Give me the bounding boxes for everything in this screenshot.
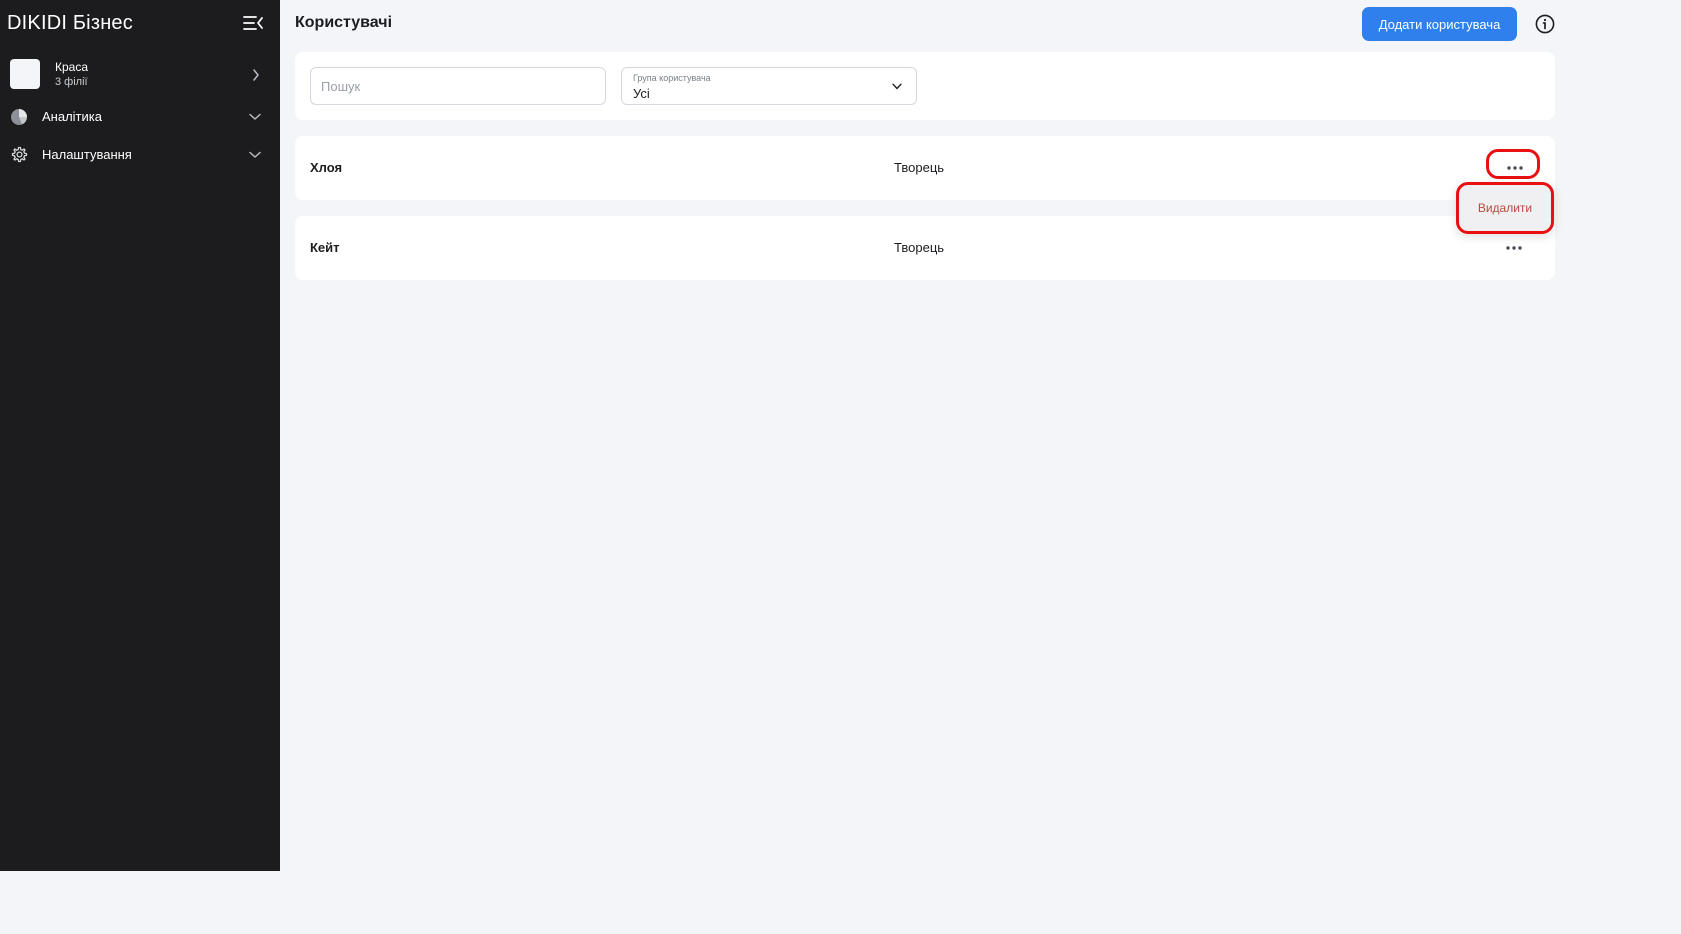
gear-icon [11, 146, 28, 163]
search-input[interactable] [310, 67, 606, 105]
more-dots-icon [1507, 166, 1523, 170]
sidebar: DIKIDI Бізнес Краса 3 філії Аналітика На… [0, 0, 280, 871]
user-group-value: Усі [633, 86, 650, 101]
user-group-label: Група користувача [633, 73, 711, 83]
pie-chart-icon [11, 109, 27, 125]
main-content: Користувачі Додати користувача Група кор… [280, 0, 1568, 871]
user-name: Хлоя [310, 160, 343, 175]
branch-avatar [10, 59, 40, 89]
user-row: Кейт Творець [295, 216, 1555, 280]
user-role: Творець [894, 240, 945, 255]
chevron-down-icon [249, 151, 261, 158]
user-role: Творець [894, 160, 945, 175]
sidebar-item-settings[interactable]: Налаштування [10, 143, 265, 167]
sidebar-item-label: Налаштування [42, 147, 132, 162]
branch-selector[interactable]: Краса 3 філії [10, 59, 268, 91]
user-group-select[interactable]: Група користувача Усі [621, 67, 917, 105]
more-options-button[interactable] [1486, 149, 1540, 179]
chevron-down-icon [892, 83, 902, 90]
user-row: Хлоя Творець [295, 136, 1555, 200]
sidebar-item-analytics[interactable]: Аналітика [10, 105, 265, 129]
more-options-button[interactable] [1488, 232, 1540, 262]
branch-name: Краса [55, 60, 89, 74]
chevron-right-icon [253, 69, 259, 81]
info-icon[interactable] [1535, 14, 1555, 34]
sidebar-item-label: Аналітика [42, 109, 102, 124]
branch-subtitle: 3 філії [55, 76, 88, 88]
page-title: Користувачі [295, 14, 393, 31]
filter-panel: Група користувача Усі [295, 52, 1555, 120]
delete-menu-item[interactable]: Видалити [1456, 182, 1554, 234]
user-name: Кейт [310, 240, 340, 255]
more-dots-icon [1506, 246, 1522, 250]
chevron-down-icon [249, 113, 261, 120]
brand-title: DIKIDI Бізнес [7, 12, 133, 34]
context-menu: Видалити [1456, 182, 1554, 234]
collapse-menu-icon[interactable] [243, 15, 263, 31]
add-user-button[interactable]: Додати користувача [1362, 7, 1517, 41]
